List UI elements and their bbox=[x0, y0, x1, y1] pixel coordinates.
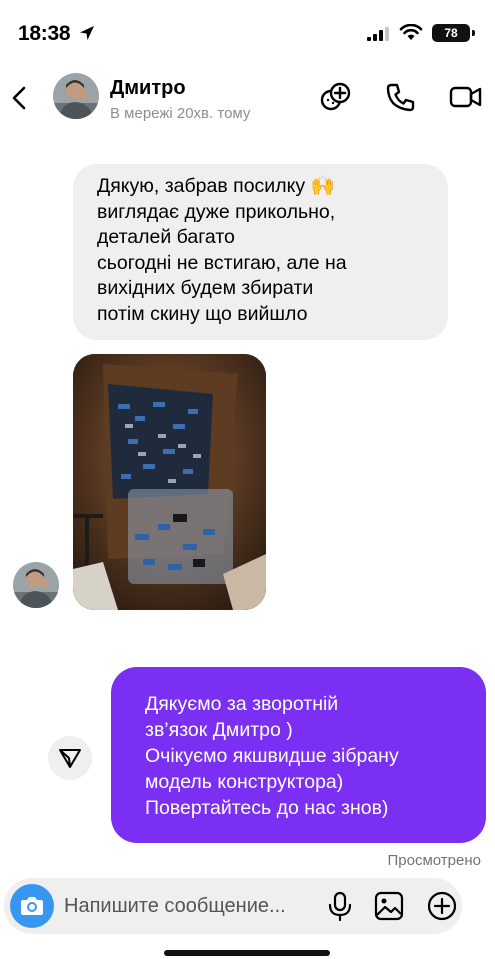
share-icon bbox=[59, 749, 81, 768]
battery-tip bbox=[472, 30, 475, 36]
message-line: потім скину що вийшло bbox=[97, 302, 308, 325]
contact-name[interactable]: Дмитро bbox=[110, 77, 186, 100]
sender-avatar[interactable] bbox=[13, 562, 59, 608]
wifi-icon bbox=[399, 24, 423, 40]
battery-indicator: 78 bbox=[432, 24, 470, 42]
message-composer bbox=[4, 878, 462, 934]
camera-button[interactable] bbox=[10, 884, 54, 928]
message-line: деталей багато bbox=[97, 226, 235, 248]
seen-status: Просмотрено bbox=[387, 852, 481, 869]
message-line: виглядає дуже прикольно, bbox=[97, 200, 336, 223]
message-line: модель конструктора) bbox=[145, 771, 344, 793]
photo-message[interactable] bbox=[73, 354, 266, 610]
status-bar: 18:38 78 bbox=[0, 0, 495, 62]
message-line: Дякую, забрав посилку 🙌 bbox=[97, 175, 335, 197]
back-icon[interactable] bbox=[8, 80, 32, 116]
contact-avatar[interactable] bbox=[53, 73, 99, 119]
location-arrow-icon bbox=[80, 26, 94, 40]
message-line: Повертайтесь до нас знов) bbox=[145, 797, 389, 819]
contact-status: В мережі 20хв. тому bbox=[110, 105, 251, 122]
camera-icon bbox=[21, 897, 43, 915]
outgoing-message-bubble[interactable]: Дякуємо за зворотній зв’язок Дмитро ) Оч… bbox=[111, 667, 486, 843]
effects-icon[interactable] bbox=[318, 79, 354, 115]
message-line: вихідних будем збирати bbox=[97, 277, 314, 299]
message-line: Дякуємо за зворотній bbox=[145, 693, 339, 715]
message-line: сьогодні не встигаю, але на bbox=[97, 251, 347, 274]
share-button[interactable] bbox=[48, 736, 92, 780]
message-input[interactable] bbox=[64, 893, 314, 919]
video-camera-icon[interactable] bbox=[448, 79, 484, 115]
message-line: Очікуємо якшвидше зібрану bbox=[145, 745, 399, 767]
add-icon[interactable] bbox=[426, 890, 458, 922]
status-time: 18:38 bbox=[18, 22, 71, 45]
message-line: зв’язок Дмитро ) bbox=[145, 719, 293, 741]
phone-icon[interactable] bbox=[383, 79, 419, 115]
cellular-signal-icon bbox=[367, 27, 389, 41]
incoming-message-bubble[interactable]: Дякую, забрав посилку 🙌 виглядає дуже пр… bbox=[73, 164, 448, 340]
chat-header: Дмитро В мережі 20хв. тому bbox=[0, 62, 495, 134]
gallery-icon[interactable] bbox=[373, 890, 405, 922]
microphone-icon[interactable] bbox=[324, 890, 356, 922]
home-indicator bbox=[164, 950, 330, 956]
